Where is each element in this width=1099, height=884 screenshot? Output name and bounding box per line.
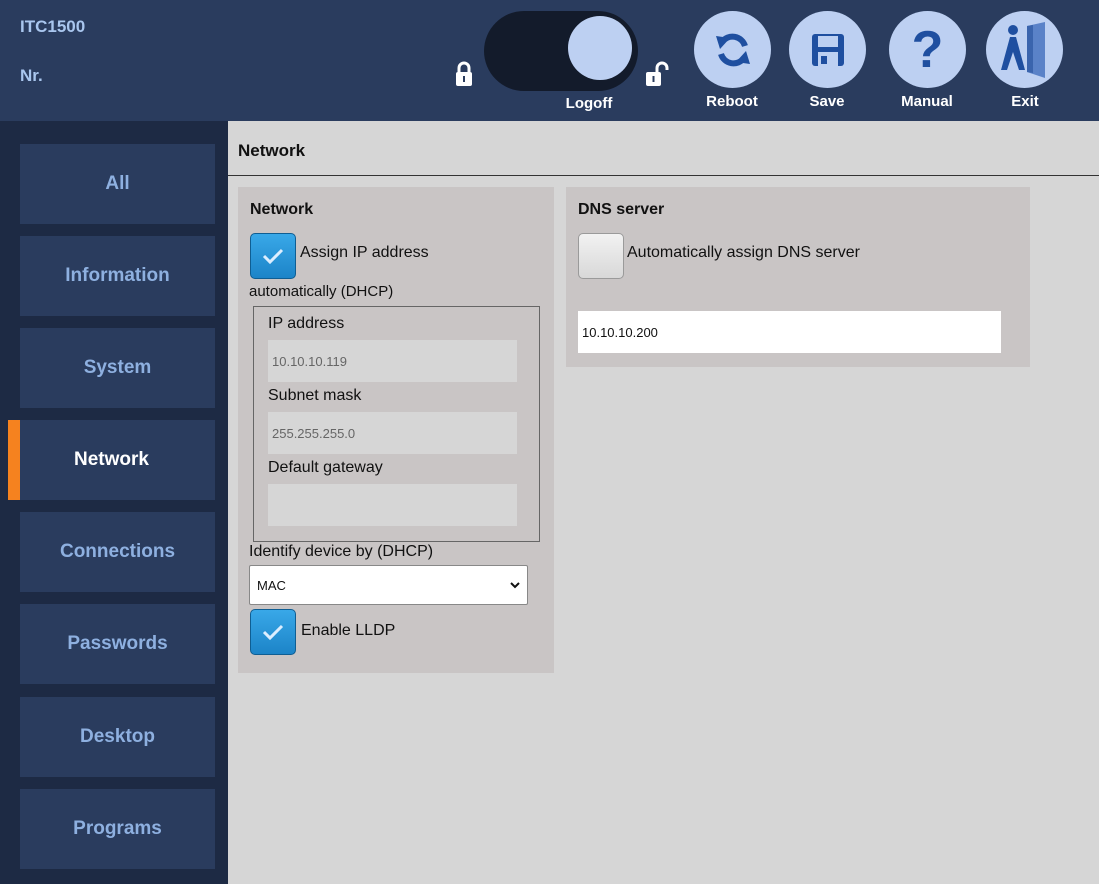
auto-dns-label: Automatically assign DNS server (627, 244, 860, 261)
floppy-disk-icon (811, 33, 844, 66)
sidebar-item-connections[interactable]: Connections (20, 512, 215, 592)
subnet-mask-label: Subnet mask (268, 387, 362, 404)
save-label[interactable]: Save (782, 93, 872, 110)
sidebar-item-desktop[interactable]: Desktop (20, 697, 215, 777)
sidebar-item-all[interactable]: All (20, 144, 215, 224)
reboot-label[interactable]: Reboot (687, 93, 777, 110)
login-toggle-knob[interactable] (568, 16, 632, 80)
sidebar-item-passwords[interactable]: Passwords (20, 604, 215, 684)
question-mark-icon: ? (911, 20, 944, 79)
default-gateway-field[interactable] (268, 484, 517, 526)
exit-button[interactable] (986, 11, 1063, 88)
ip-address-field[interactable]: 10.10.10.119 (268, 340, 517, 382)
identify-device-select[interactable]: MAC (249, 565, 528, 605)
save-button[interactable] (789, 11, 866, 88)
dns-panel-title: DNS server (578, 201, 665, 218)
lldp-label: Enable LLDP (301, 622, 396, 639)
subnet-mask-field[interactable]: 255.255.255.0 (268, 412, 517, 454)
refresh-icon (715, 33, 750, 66)
lldp-checkbox[interactable] (250, 609, 296, 655)
lock-closed-icon (455, 61, 473, 92)
identify-device-label: Identify device by (DHCP) (249, 543, 434, 560)
header-bar: ITC1500 Nr. Logoff Reboot Save ? Manual … (0, 0, 1099, 121)
title-divider (228, 175, 1099, 176)
dns-server-input[interactable]: 10.10.10.200 (578, 311, 1001, 353)
auto-dns-checkbox[interactable] (578, 233, 624, 279)
lock-open-icon (645, 61, 669, 92)
sidebar-item-network[interactable]: Network (8, 420, 215, 500)
chevron-down-icon (510, 582, 520, 589)
checkmark-icon (262, 624, 284, 640)
logoff-label[interactable]: Logoff (544, 95, 634, 112)
page-title: Network (238, 141, 306, 160)
reboot-button[interactable] (694, 11, 771, 88)
identify-device-value: MAC (257, 577, 286, 593)
dhcp-checkbox[interactable] (250, 233, 296, 279)
manual-button[interactable]: ? (889, 11, 966, 88)
network-panel-title: Network (250, 201, 314, 218)
exit-door-icon (1000, 21, 1045, 78)
ip-address-label: IP address (268, 315, 345, 332)
default-gateway-label: Default gateway (268, 459, 383, 476)
manual-label[interactable]: Manual (882, 93, 972, 110)
sidebar-item-system[interactable]: System (20, 328, 215, 408)
sidebar-item-programs[interactable]: Programs (20, 789, 215, 869)
device-number-label: Nr. (20, 66, 43, 85)
sidebar-item-information[interactable]: Information (20, 236, 215, 316)
dhcp-label-continued: automatically (DHCP) (249, 283, 394, 300)
dhcp-label: Assign IP address (300, 244, 429, 261)
device-name: ITC1500 (20, 17, 86, 36)
exit-label[interactable]: Exit (980, 93, 1070, 110)
checkmark-icon (262, 248, 284, 264)
